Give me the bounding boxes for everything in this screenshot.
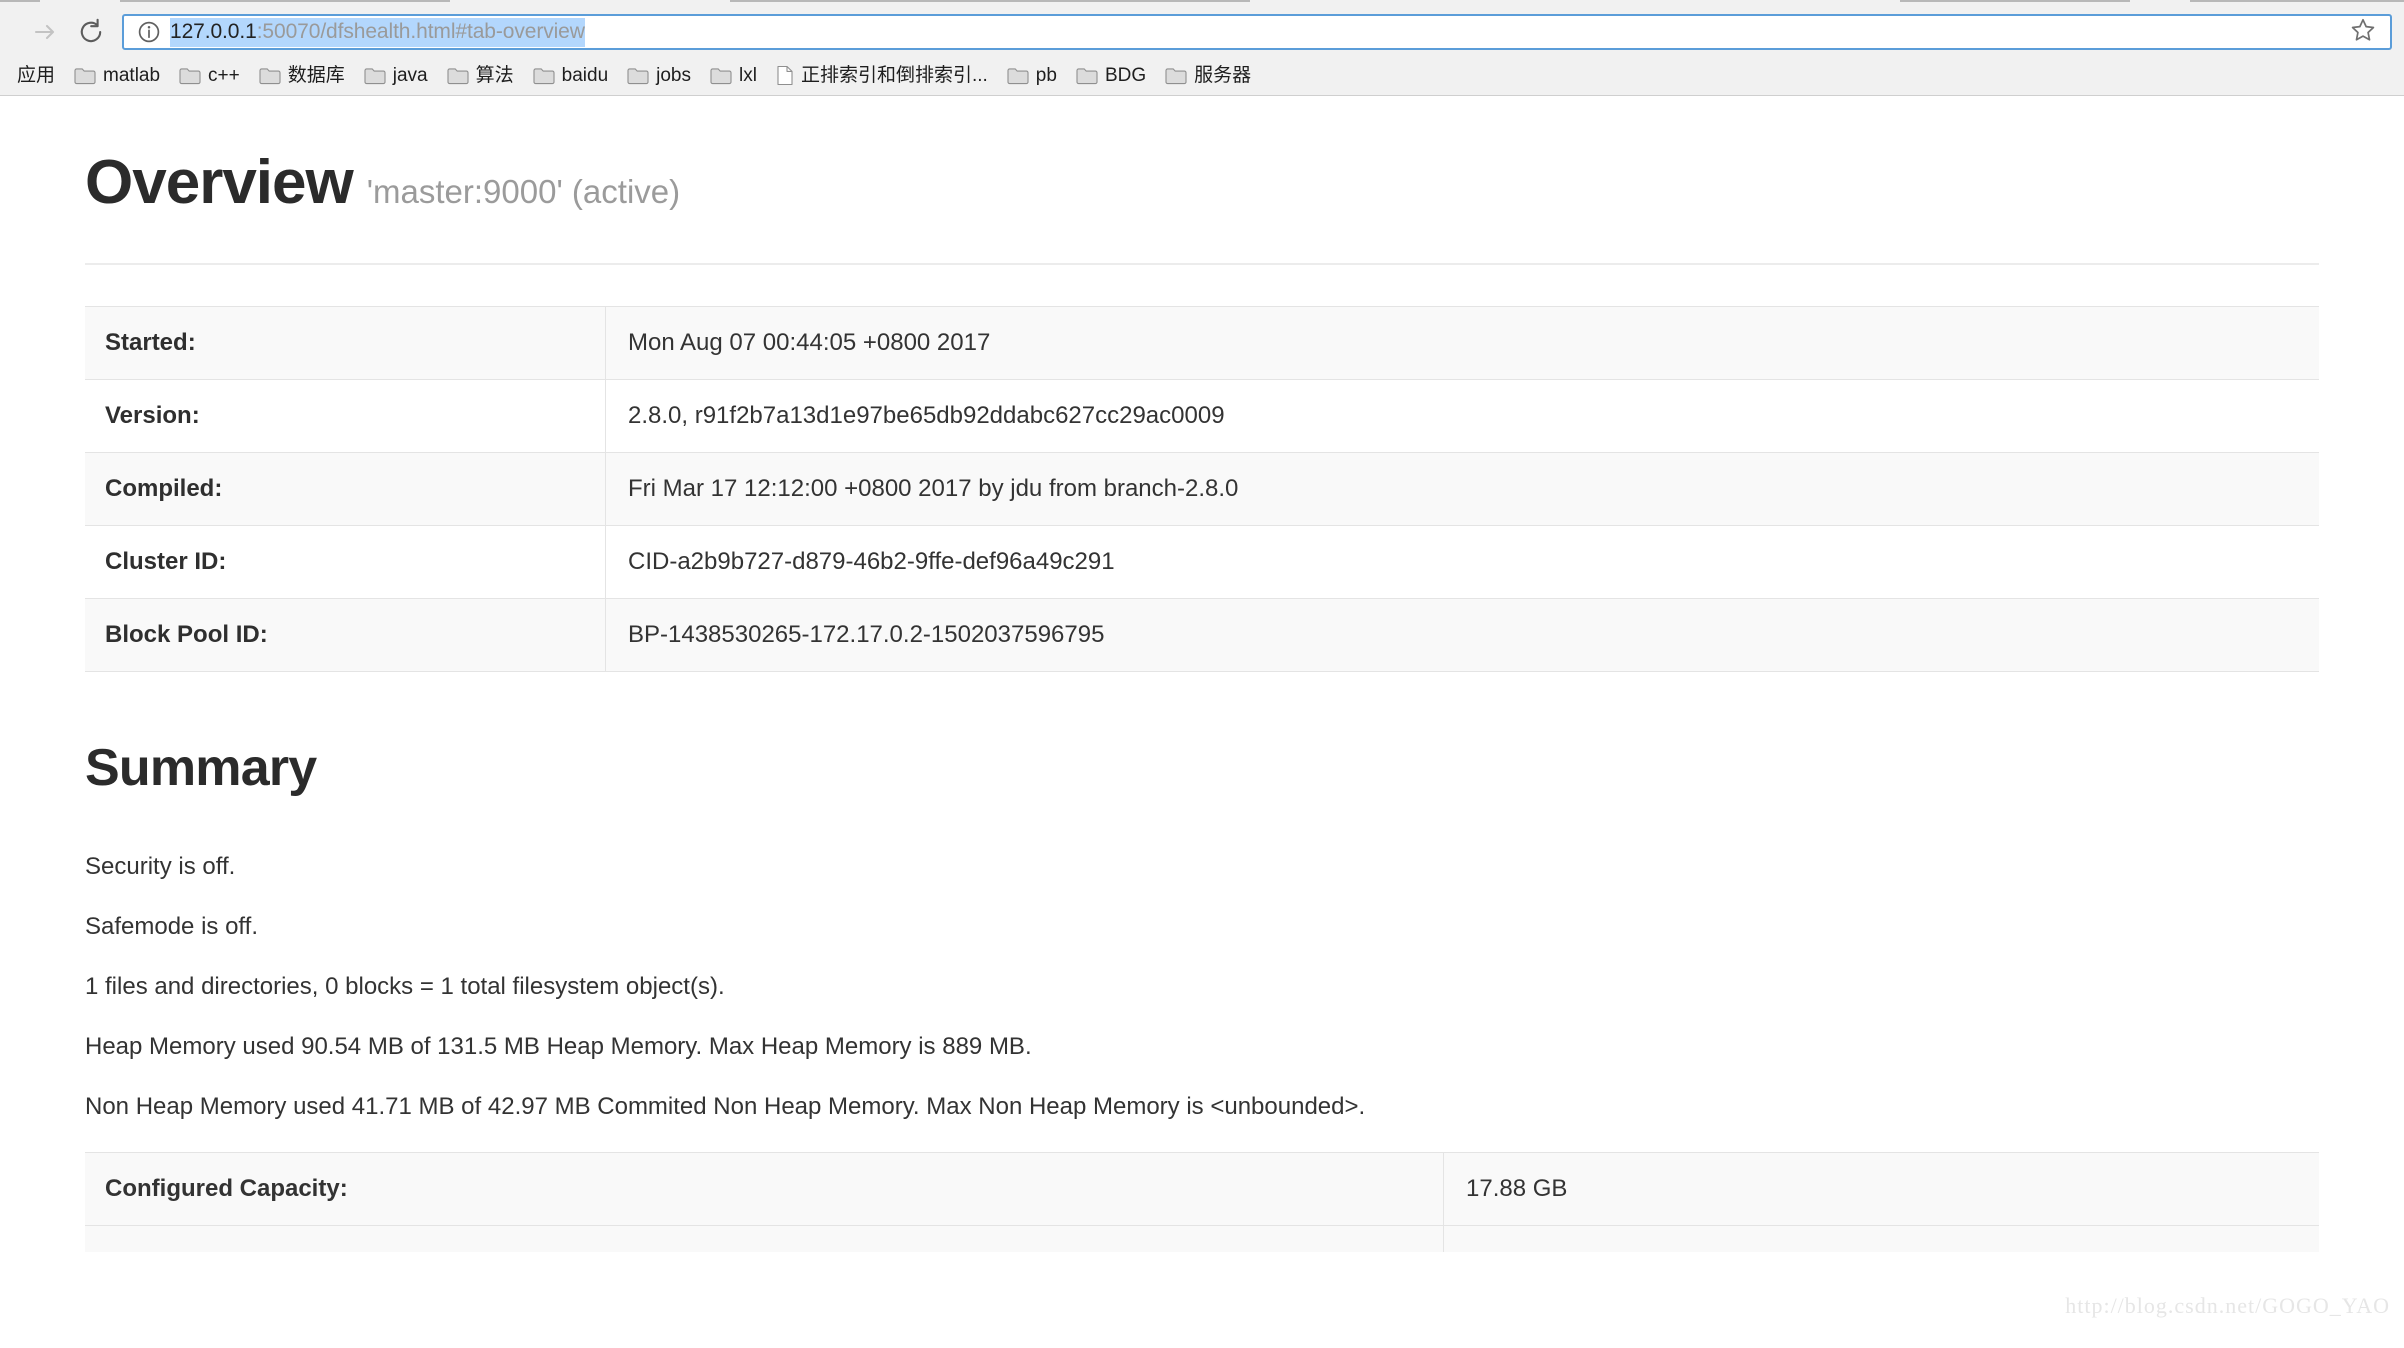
bookmark-label: 算法 — [475, 64, 514, 86]
bookmark-algorithms[interactable]: 算法 — [438, 61, 523, 91]
address-bar[interactable]: 127.0.0.1:50070/dfshealth.html#tab-overv… — [122, 14, 2392, 50]
tab-edge — [1900, 0, 2130, 2]
summary-line-non-heap-memory: Non Heap Memory used 41.71 MB of 42.97 M… — [85, 1093, 1366, 1120]
page-title: Overview 'master:9000' (active) — [85, 148, 2319, 227]
folder-icon — [1007, 66, 1029, 85]
url-input[interactable]: 127.0.0.1:50070/dfshealth.html#tab-overv… — [170, 17, 2340, 47]
table-row: Cluster ID: CID-a2b9b727-d879-46b2-9ffe-… — [85, 525, 2319, 599]
arrow-right-icon — [30, 17, 60, 47]
bookmark-label: 应用 — [17, 64, 56, 86]
summary-heading: Summary — [85, 739, 317, 797]
folder-icon — [710, 66, 732, 85]
bookmark-label: java — [392, 64, 428, 86]
table-row: Compiled: Fri Mar 17 12:12:00 +0800 2017… — [85, 452, 2319, 526]
folder-icon — [364, 66, 386, 85]
tab-strip-remnant — [0, 0, 2404, 8]
bookmark-star-button[interactable] — [2346, 17, 2380, 47]
row-key: Version: — [85, 379, 606, 453]
tab-edge — [2190, 0, 2404, 2]
page-header: Overview 'master:9000' (active) — [85, 96, 2319, 265]
watermark: http://blog.csdn.net/GOGO_YAO — [2065, 1293, 2390, 1318]
folder-icon — [447, 66, 469, 85]
forward-button[interactable] — [22, 12, 68, 52]
bookmark-label: jobs — [656, 64, 691, 86]
row-value: BP-1438530265-172.17.0.2-1502037596795 — [605, 598, 2319, 672]
browser-chrome: 127.0.0.1:50070/dfshealth.html#tab-overv… — [0, 0, 2404, 96]
row-value: CID-a2b9b727-d879-46b2-9ffe-def96a49c291 — [605, 525, 2319, 599]
url-text: 127.0.0.1:50070/dfshealth.html#tab-overv… — [170, 17, 585, 47]
row-key: Started: — [85, 306, 606, 380]
bookmark-label: lxl — [739, 64, 757, 86]
tab-edge — [120, 0, 450, 2]
table-row: Version: 2.8.0, r91f2b7a13d1e97be65db92d… — [85, 379, 2319, 453]
summary-line-files: 1 files and directories, 0 blocks = 1 to… — [85, 973, 725, 1000]
row-key — [85, 1225, 1444, 1252]
url-path: :50070/dfshealth.html#tab-overview — [256, 19, 585, 43]
namenode-info-table: Started: Mon Aug 07 00:44:05 +0800 2017 … — [85, 306, 2319, 672]
bookmark-server[interactable]: 服务器 — [1156, 61, 1260, 91]
table-row: Block Pool ID: BP-1438530265-172.17.0.2-… — [85, 598, 2319, 672]
bookmark-label: baidu — [561, 64, 609, 86]
browser-toolbar: 127.0.0.1:50070/dfshealth.html#tab-overv… — [0, 8, 2404, 56]
folder-icon — [74, 66, 96, 85]
bookmark-lxl[interactable]: lxl — [701, 61, 766, 91]
row-key: Configured Capacity: — [85, 1152, 1444, 1226]
summary-line-heap-memory: Heap Memory used 90.54 MB of 131.5 MB He… — [85, 1033, 1032, 1060]
bookmark-cpp[interactable]: c++ — [170, 61, 249, 91]
tab-edge — [0, 0, 40, 2]
bookmark-index-article[interactable]: 正排索引和倒排索引... — [767, 61, 997, 91]
folder-icon — [627, 66, 649, 85]
row-value: 2.8.0, r91f2b7a13d1e97be65db92ddabc627cc… — [605, 379, 2319, 453]
content-container: Overview 'master:9000' (active) Started: … — [0, 96, 2404, 1252]
page-title-text: Overview — [85, 148, 354, 217]
bookmark-label: 数据库 — [287, 64, 345, 86]
header-divider — [85, 263, 2319, 265]
bookmark-java[interactable]: java — [355, 61, 437, 91]
row-value — [1443, 1225, 2319, 1252]
reload-icon — [77, 18, 105, 46]
row-key: Cluster ID: — [85, 525, 606, 599]
summary-line-security: Security is off. — [85, 853, 236, 880]
row-value: Mon Aug 07 00:44:05 +0800 2017 — [605, 306, 2319, 380]
url-host: 127.0.0.1 — [170, 19, 257, 43]
folder-icon — [1076, 66, 1098, 85]
folder-icon — [1165, 66, 1187, 85]
bookmark-matlab[interactable]: matlab — [65, 61, 169, 91]
row-key: Compiled: — [85, 452, 606, 526]
folder-icon — [533, 66, 555, 85]
summary-line-safemode: Safemode is off. — [85, 913, 258, 940]
bookmark-label: 服务器 — [1194, 64, 1252, 86]
row-value: Fri Mar 17 12:12:00 +0800 2017 by jdu fr… — [605, 452, 2319, 526]
capacity-table: Configured Capacity: 17.88 GB — [85, 1152, 2319, 1252]
bookmark-label: pb — [1035, 64, 1057, 86]
bookmark-label: 正排索引和倒排索引... — [800, 64, 988, 86]
page-subtitle: 'master:9000' (active) — [366, 173, 681, 210]
bookmarks-bar: 应用 matlab c++ 数据库 java 算法 baidu jobs lxl… — [0, 56, 2404, 96]
info-circle-icon[interactable] — [136, 19, 162, 45]
table-row-partial — [85, 1225, 2319, 1252]
bookmark-apps[interactable]: 应用 — [8, 61, 64, 91]
row-key: Block Pool ID: — [85, 598, 606, 672]
star-icon — [2350, 17, 2376, 48]
page-body: Overview 'master:9000' (active) Started: … — [0, 96, 2404, 1327]
row-value: 17.88 GB — [1443, 1152, 2319, 1226]
folder-icon — [179, 66, 201, 85]
bookmark-label: BDG — [1104, 64, 1147, 86]
table-row: Configured Capacity: 17.88 GB — [85, 1152, 2319, 1226]
reload-button[interactable] — [68, 12, 114, 52]
folder-icon — [259, 66, 281, 85]
bookmark-label: c++ — [208, 64, 240, 86]
summary-text-block: Security is off. Safemode is off. 1 file… — [85, 852, 2319, 1122]
tab-edge — [730, 0, 1250, 2]
bookmark-pb[interactable]: pb — [998, 61, 1066, 91]
table-row: Started: Mon Aug 07 00:44:05 +0800 2017 — [85, 306, 2319, 380]
bookmark-database[interactable]: 数据库 — [250, 61, 354, 91]
bookmark-label: matlab — [103, 64, 161, 86]
bookmark-jobs[interactable]: jobs — [618, 61, 700, 91]
bookmark-bdg[interactable]: BDG — [1067, 61, 1155, 91]
bookmark-baidu[interactable]: baidu — [524, 61, 618, 91]
page-icon — [776, 65, 794, 86]
